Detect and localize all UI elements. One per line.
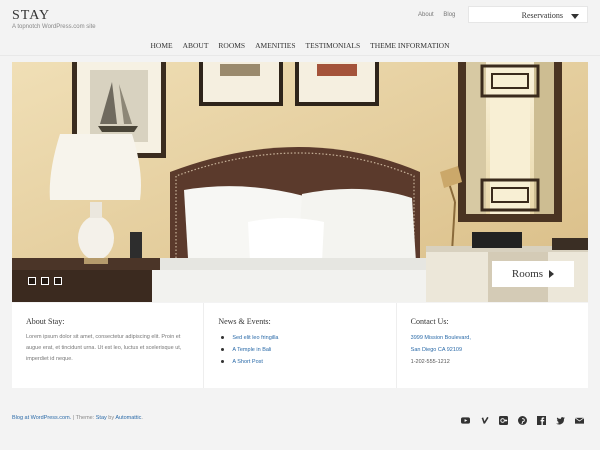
vimeo-icon[interactable] xyxy=(480,412,489,424)
top-link-about[interactable]: About xyxy=(418,12,434,18)
twitter-icon[interactable] xyxy=(556,412,565,425)
pinterest-icon[interactable] xyxy=(518,412,527,425)
reservations-label: Reservations xyxy=(521,11,563,20)
news-item[interactable]: Sed elit leo fringilla xyxy=(218,332,381,344)
footer-separator: | Theme: xyxy=(71,415,96,421)
nav-rooms[interactable]: ROOMS xyxy=(218,38,245,55)
news-item[interactable]: A Temple in Bali xyxy=(218,344,381,356)
facebook-icon[interactable] xyxy=(537,412,546,425)
footer-end: . xyxy=(141,415,143,421)
news-list: Sed elit leo fringilla A Temple in Bali … xyxy=(218,332,381,368)
google-plus-icon[interactable] xyxy=(499,412,508,425)
footer-blog-link[interactable]: Blog at WordPress.com. xyxy=(12,415,71,421)
widget-about-text: Lorem ipsum dolor sit amet, consectetur … xyxy=(26,334,182,362)
social-links xyxy=(461,412,585,425)
footer-theme-link[interactable]: Stay xyxy=(96,415,107,421)
site-tagline: A topnotch WordPress.com site xyxy=(12,24,96,30)
widget-news-title: News & Events: xyxy=(218,317,271,326)
slider-dot-1[interactable] xyxy=(28,277,36,285)
news-item[interactable]: A Short Post xyxy=(218,356,381,368)
contact-phone: 1-202-555-1212 xyxy=(410,359,450,365)
top-links: About Blog xyxy=(418,12,463,18)
rooms-button-label: Rooms xyxy=(511,268,544,280)
reservations-dropdown[interactable]: Reservations xyxy=(468,6,588,23)
slider-dot-2[interactable] xyxy=(41,277,49,285)
chevron-down-icon xyxy=(571,14,579,19)
top-link-blog[interactable]: Blog xyxy=(443,12,455,18)
footer-widgets: About Stay: Lorem ipsum dolor sit amet, … xyxy=(12,303,588,388)
site-title[interactable]: STAY xyxy=(12,8,50,24)
contact-address-line2[interactable]: San Diego CA 92109 xyxy=(411,344,574,356)
nav-theme-information[interactable]: THEME INFORMATION xyxy=(370,38,449,55)
email-icon[interactable] xyxy=(574,412,585,424)
widget-about-title: About Stay: xyxy=(26,317,65,326)
footer-author-link[interactable]: Automattic xyxy=(115,415,141,421)
footer-credit: Blog at WordPress.com. | Theme: Stay by … xyxy=(12,415,143,421)
play-arrow-icon xyxy=(549,270,555,278)
widget-contact-title: Contact Us: xyxy=(410,317,449,326)
nav-home[interactable]: HOME xyxy=(150,38,172,55)
widget-news: News & Events: Sed elit leo fringilla A … xyxy=(204,303,397,388)
contact-address-line1[interactable]: 3999 Mission Boulevard, xyxy=(411,332,574,344)
nav-testimonials[interactable]: TESTIMONIALS xyxy=(306,38,361,55)
slider-dot-3[interactable] xyxy=(54,277,62,285)
widget-about: About Stay: Lorem ipsum dolor sit amet, … xyxy=(12,303,205,388)
nav-amenities[interactable]: AMENITIES xyxy=(255,38,295,55)
slider-dots xyxy=(28,277,62,285)
widget-contact: Contact Us: 3999 Mission Boulevard, San … xyxy=(397,303,588,388)
youtube-icon[interactable] xyxy=(461,412,470,424)
rooms-button[interactable]: Rooms xyxy=(492,261,574,287)
main-navigation: HOME ABOUT ROOMS AMENITIES TESTIMONIALS … xyxy=(0,38,600,56)
nav-about[interactable]: ABOUT xyxy=(183,38,209,55)
